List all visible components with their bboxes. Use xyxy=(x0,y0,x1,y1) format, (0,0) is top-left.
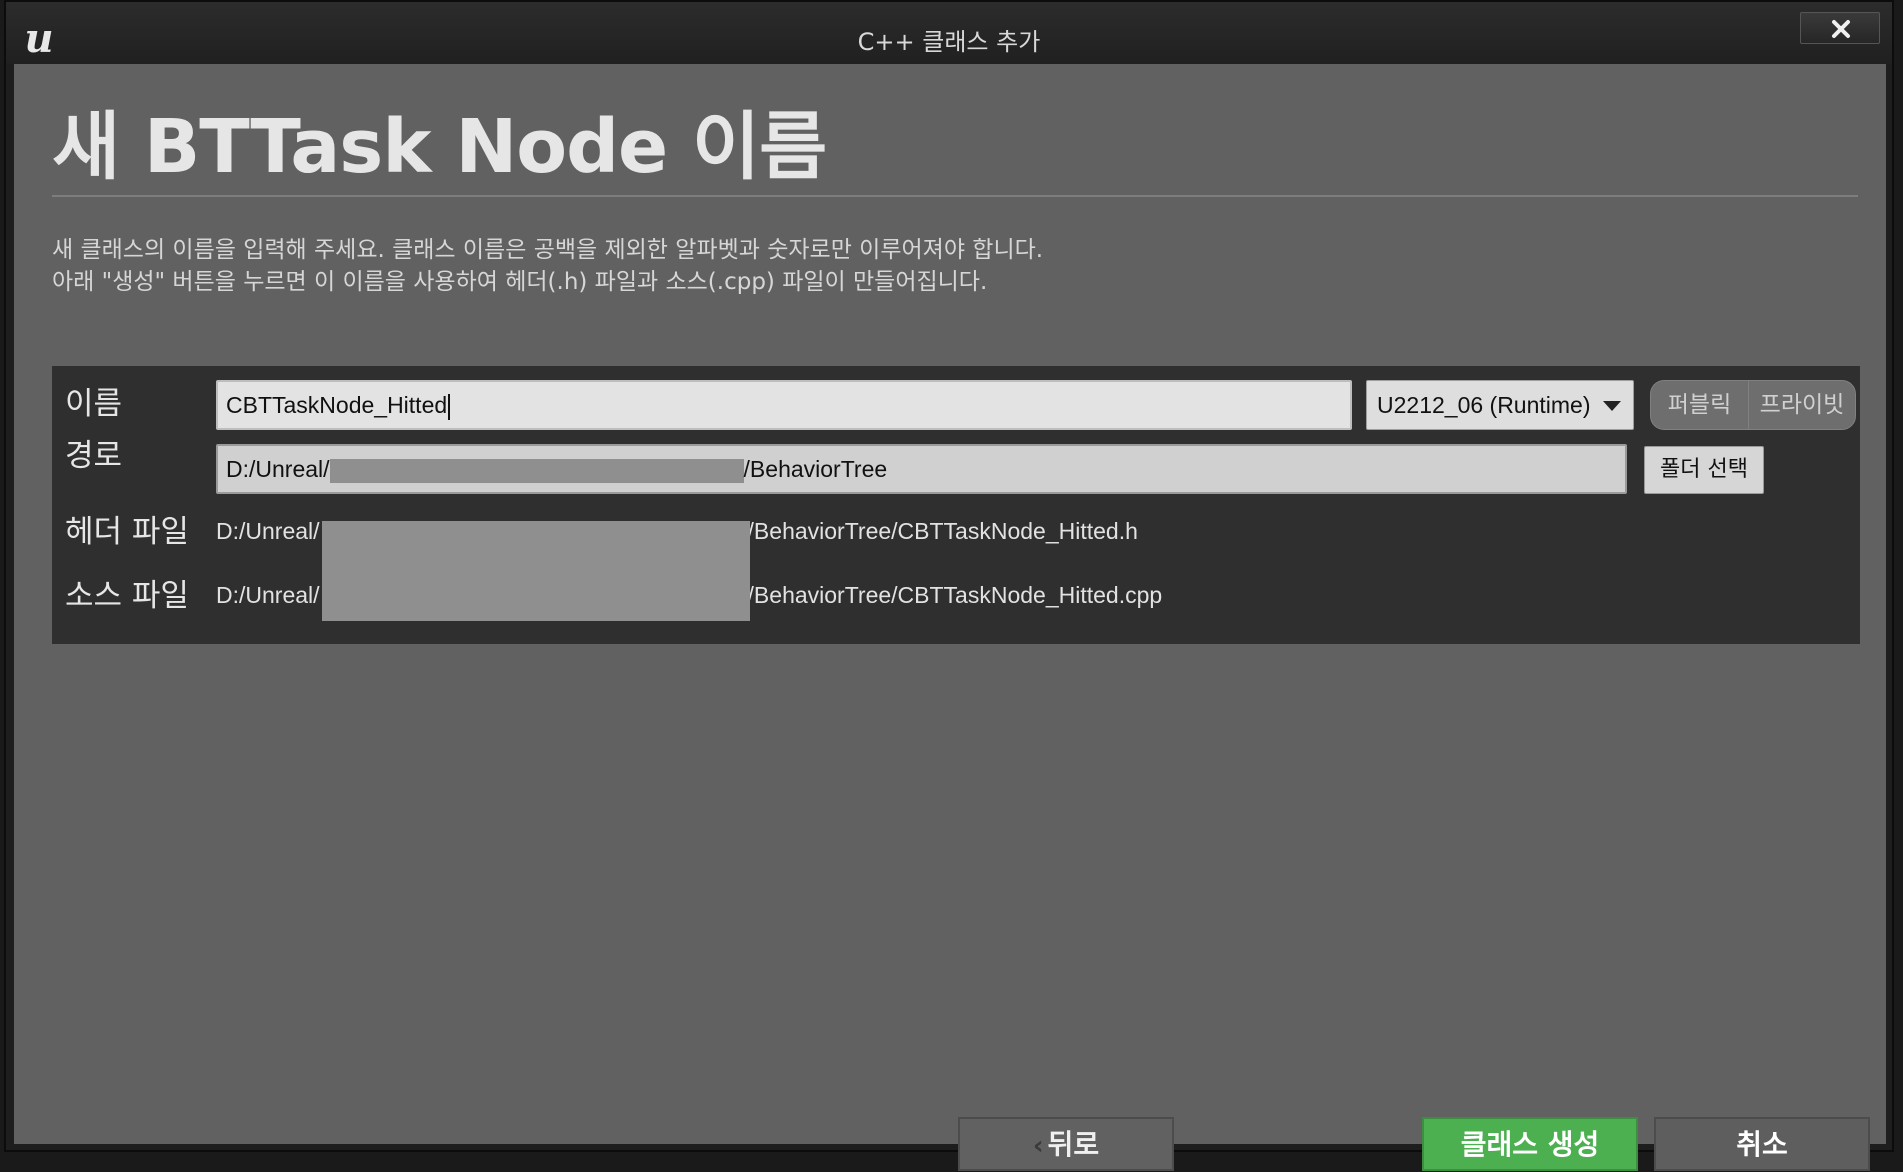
path-prefix: D:/Unreal/ xyxy=(226,456,330,482)
source-prefix: D:/Unreal/ xyxy=(216,582,320,608)
redacted-block xyxy=(322,521,750,621)
public-toggle[interactable]: 퍼블릭 xyxy=(1650,380,1748,430)
private-toggle[interactable]: 프라이빗 xyxy=(1748,380,1856,430)
close-button[interactable] xyxy=(1800,12,1880,44)
class-form-panel: 이름 CBTTaskNode_Hitted U2212_06 (Runtime)… xyxy=(52,366,1860,644)
close-icon xyxy=(1832,20,1850,38)
back-label: 뒤로 xyxy=(1047,1128,1100,1161)
description-line-2: 아래 "생성" 버튼을 누르면 이 이름을 사용하여 헤더(.h) 파일과 소스… xyxy=(52,269,988,295)
create-class-button[interactable]: 클래스 생성 xyxy=(1422,1117,1638,1171)
description-line-1: 새 클래스의 이름을 입력해 주세요. 클래스 이름은 공백을 제외한 알파벳과… xyxy=(52,237,1044,263)
page-title: 새 BTTask Node 이름 xyxy=(52,104,827,190)
class-name-input[interactable]: CBTTaskNode_Hitted xyxy=(216,380,1352,430)
chevron-left-icon: ‹ xyxy=(1032,1131,1044,1161)
redacted-area xyxy=(329,458,744,483)
title-bar[interactable]: u C++ 클래스 추가 xyxy=(6,2,1892,64)
header-suffix: /BehaviorTree/CBTTaskNode_Hitted.h xyxy=(747,518,1138,544)
name-label: 이름 xyxy=(65,386,123,422)
cancel-button[interactable]: 취소 xyxy=(1654,1117,1870,1171)
class-name-value: CBTTaskNode_Hitted xyxy=(226,392,448,418)
module-value: U2212_06 (Runtime) xyxy=(1377,392,1591,418)
header-file-label: 헤더 파일 xyxy=(65,514,189,550)
divider xyxy=(52,195,1858,197)
dialog-content: 새 BTTask Node 이름 새 클래스의 이름을 입력해 주세요. 클래스… xyxy=(14,64,1886,1171)
back-button[interactable]: ‹ 뒤로 xyxy=(958,1117,1174,1171)
header-prefix: D:/Unreal/ xyxy=(216,518,320,544)
add-cpp-class-window: u C++ 클래스 추가 새 BTTask Node 이름 새 클래스의 이름을… xyxy=(4,0,1894,1171)
module-dropdown[interactable]: U2212_06 (Runtime) xyxy=(1366,380,1634,430)
path-label: 경로 xyxy=(65,438,123,474)
chevron-down-icon xyxy=(1603,401,1621,411)
choose-folder-button[interactable]: 폴더 선택 xyxy=(1644,446,1764,494)
source-file-label: 소스 파일 xyxy=(65,578,189,614)
window-title: C++ 클래스 추가 xyxy=(857,28,1041,56)
path-input[interactable]: D:/Unreal/ /BehaviorTree xyxy=(216,444,1627,494)
source-suffix: /BehaviorTree/CBTTaskNode_Hitted.cpp xyxy=(747,582,1163,608)
path-suffix: /BehaviorTree xyxy=(743,456,888,482)
text-caret xyxy=(448,393,451,420)
